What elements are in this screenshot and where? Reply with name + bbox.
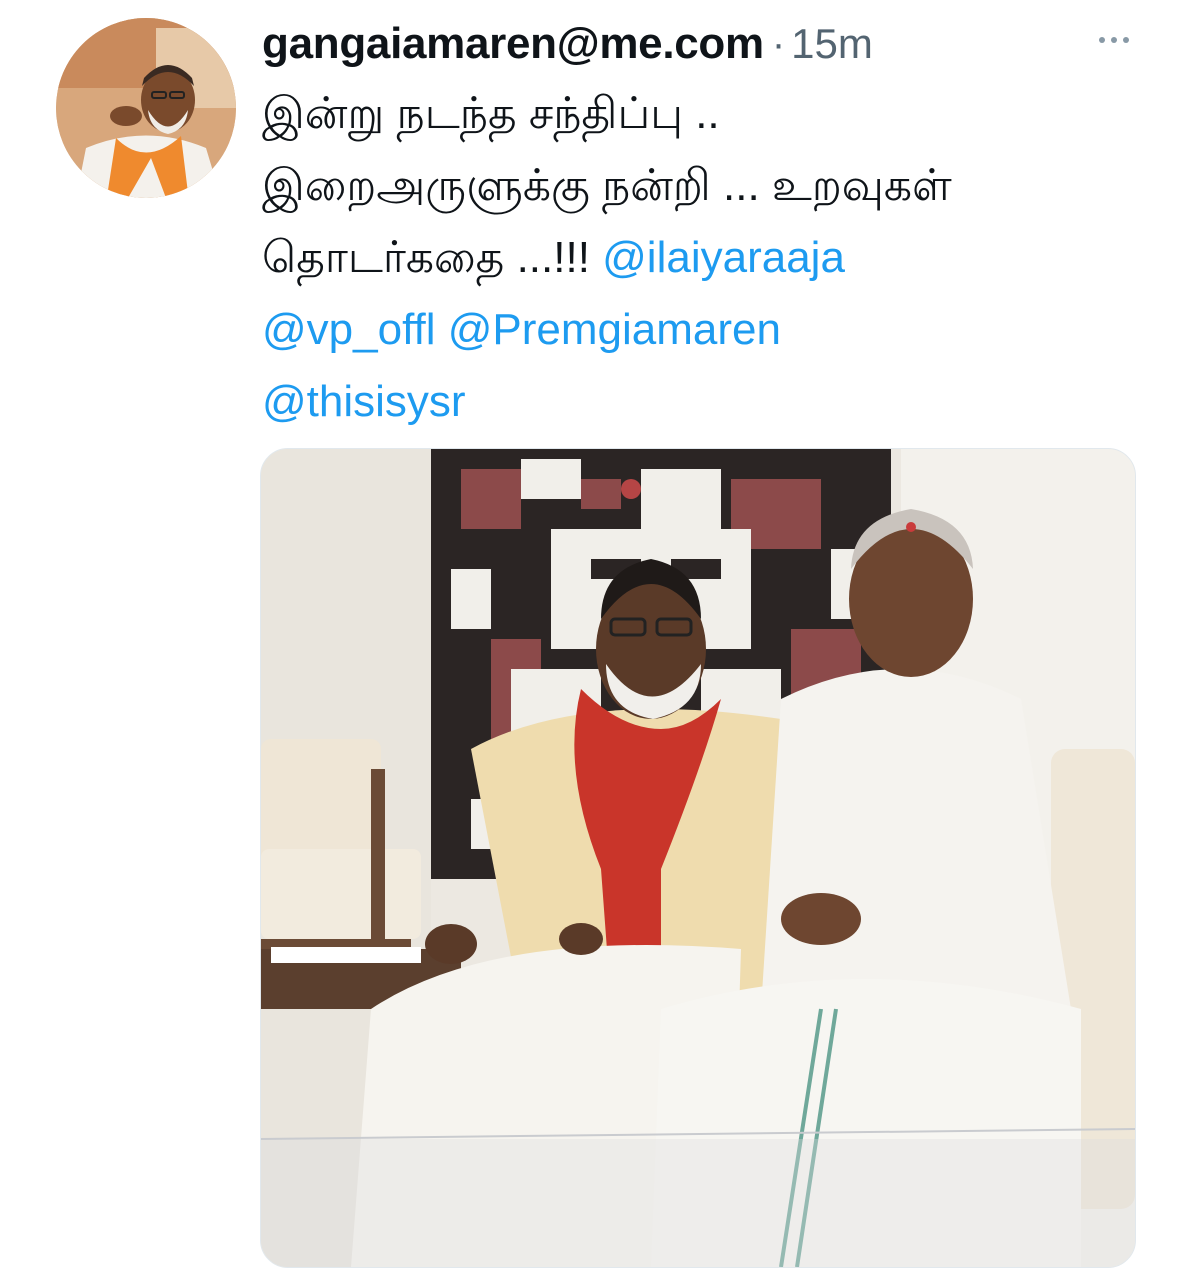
tweet-text-segment: தொடர்கதை ...!!!: [262, 233, 603, 282]
mention-link[interactable]: @Premgiamaren: [448, 305, 781, 354]
tweet[interactable]: gangaiamaren@me.com · 15m இன்று நடந்த சந…: [0, 0, 1190, 1280]
mention-link[interactable]: @ilaiyaraaja: [602, 233, 845, 282]
tweet-text-line: @thisisysr: [262, 366, 1142, 438]
tweet-text-line: தொடர்கதை ...!!! @ilaiyaraaja: [262, 222, 1142, 294]
tweet-header: gangaiamaren@me.com · 15m: [262, 14, 1162, 74]
tweet-text-line: இன்று நடந்த சந்திப்பு ..: [262, 89, 720, 138]
tweet-photo[interactable]: [260, 448, 1136, 1268]
tweet-text-line: @vp_offl @Premgiamaren: [262, 294, 1142, 366]
separator-dot: ·: [771, 21, 786, 66]
mention-link[interactable]: @vp_offl: [262, 305, 436, 354]
tweet-text: இன்று நடந்த சந்திப்பு .. இறைஅருளுக்கு நன…: [262, 78, 1142, 438]
timestamp[interactable]: 15m: [791, 20, 873, 68]
mention-link[interactable]: @thisisysr: [262, 377, 466, 426]
more-horizontal-icon[interactable]: [1084, 20, 1144, 60]
author-handle[interactable]: gangaiamaren@me.com: [262, 19, 764, 69]
avatar[interactable]: [56, 18, 236, 198]
tweet-text-line: இறைஅருளுக்கு நன்றி ... உறவுகள்: [262, 161, 952, 210]
